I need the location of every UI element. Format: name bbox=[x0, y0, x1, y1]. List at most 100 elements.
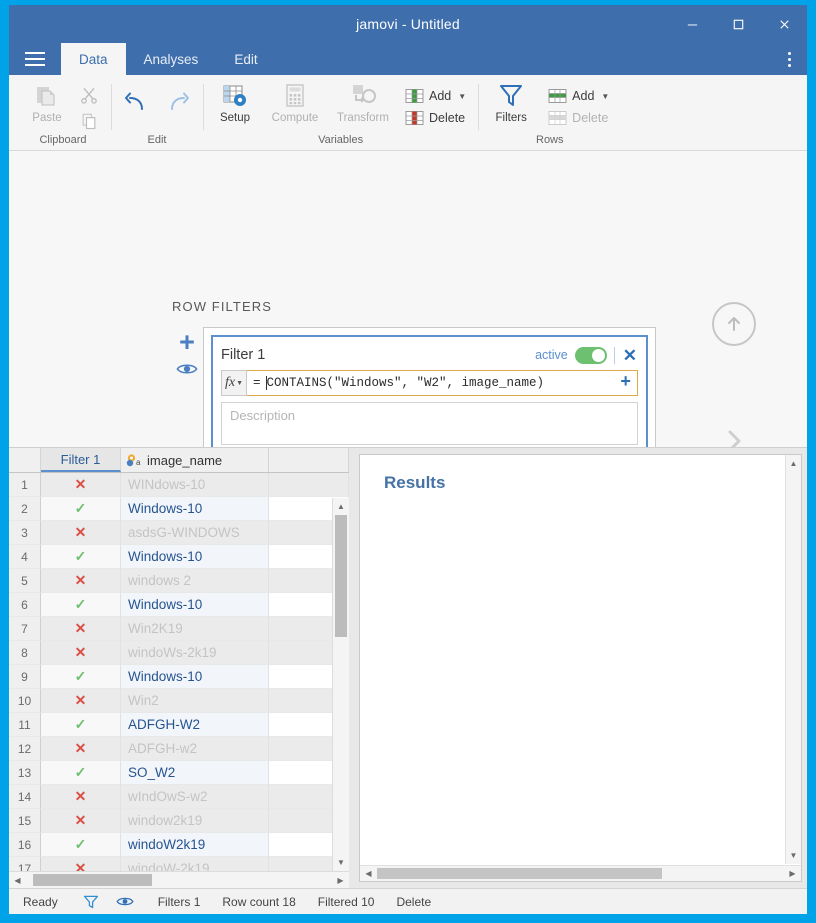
results-scroll-up-icon[interactable]: ▲ bbox=[786, 455, 801, 472]
redo-button[interactable] bbox=[159, 89, 197, 115]
table-row[interactable]: 10 ✕ Win2 bbox=[9, 689, 349, 713]
transform-button[interactable]: Transform bbox=[329, 80, 397, 124]
filters-button[interactable]: Filters bbox=[484, 80, 538, 124]
tab-analyses[interactable]: Analyses bbox=[126, 43, 217, 75]
row-number[interactable]: 9 bbox=[9, 665, 41, 689]
row-add-caret-icon[interactable]: ▼ bbox=[601, 92, 609, 101]
filter-result-cell[interactable]: ✕ bbox=[41, 641, 121, 665]
image-name-cell[interactable]: Windows-10 bbox=[121, 497, 269, 521]
add-filter-icon[interactable]: + bbox=[173, 329, 201, 356]
image-name-cell[interactable]: windoWs-2k19 bbox=[121, 641, 269, 665]
status-eye-button[interactable] bbox=[114, 895, 136, 908]
image-name-cell[interactable]: windows 2 bbox=[121, 569, 269, 593]
row-number[interactable]: 1 bbox=[9, 473, 41, 497]
table-row[interactable]: 15 ✕ window2k19 bbox=[9, 809, 349, 833]
row-number[interactable]: 7 bbox=[9, 617, 41, 641]
image-name-cell[interactable]: ADFGH-W2 bbox=[121, 713, 269, 737]
results-scroll-right-icon[interactable]: ▶ bbox=[784, 866, 801, 881]
remove-filter-button[interactable]: ✕ bbox=[622, 347, 638, 364]
next-filter-button[interactable] bbox=[723, 426, 745, 447]
row-number[interactable]: 4 bbox=[9, 545, 41, 569]
scroll-right-icon[interactable]: ▶ bbox=[332, 872, 349, 888]
scroll-up-icon[interactable]: ▲ bbox=[333, 498, 349, 515]
row-number[interactable]: 6 bbox=[9, 593, 41, 617]
image-name-cell[interactable]: WINdows-10 bbox=[121, 473, 269, 497]
sheet-vscroll-thumb[interactable] bbox=[335, 515, 347, 637]
scroll-down-icon[interactable]: ▼ bbox=[333, 854, 349, 871]
row-number[interactable]: 12 bbox=[9, 737, 41, 761]
results-hscroll-thumb[interactable] bbox=[377, 868, 662, 879]
table-row[interactable]: 14 ✕ wIndOwS-w2 bbox=[9, 785, 349, 809]
maximize-button[interactable] bbox=[715, 5, 761, 43]
copy-button[interactable] bbox=[73, 108, 105, 134]
row-number[interactable]: 8 bbox=[9, 641, 41, 665]
sheet-vertical-scrollbar[interactable]: ▲ ▼ bbox=[332, 498, 349, 871]
scroll-left-icon[interactable]: ◀ bbox=[9, 872, 26, 888]
undo-button[interactable] bbox=[117, 89, 155, 115]
table-row[interactable]: 3 ✕ asdsG-WINDOWS bbox=[9, 521, 349, 545]
tab-data[interactable]: Data bbox=[61, 43, 126, 75]
status-filter-button[interactable] bbox=[80, 894, 102, 910]
row-number[interactable]: 14 bbox=[9, 785, 41, 809]
table-row[interactable]: 12 ✕ ADFGH-w2 bbox=[9, 737, 349, 761]
row-number[interactable]: 16 bbox=[9, 833, 41, 857]
filter-result-cell[interactable]: ✓ bbox=[41, 713, 121, 737]
filter-result-cell[interactable]: ✕ bbox=[41, 737, 121, 761]
table-row[interactable]: 6 ✓ Windows-10 bbox=[9, 593, 349, 617]
table-row[interactable]: 8 ✕ windoWs-2k19 bbox=[9, 641, 349, 665]
row-number[interactable]: 11 bbox=[9, 713, 41, 737]
image-name-cell[interactable]: windoW2k19 bbox=[121, 833, 269, 857]
row-number[interactable]: 2 bbox=[9, 497, 41, 521]
tab-edit[interactable]: Edit bbox=[216, 43, 275, 75]
compute-button[interactable]: Compute bbox=[263, 80, 327, 124]
filter-result-cell[interactable]: ✕ bbox=[41, 785, 121, 809]
row-add-button[interactable]: Add ▼ bbox=[542, 85, 615, 107]
filter-formula-input[interactable]: = CONTAINS("Windows", "W2", image_name) + bbox=[247, 370, 638, 396]
results-scroll-down-icon[interactable]: ▼ bbox=[786, 847, 801, 864]
row-number[interactable]: 10 bbox=[9, 689, 41, 713]
table-row[interactable]: 4 ✓ Windows-10 bbox=[9, 545, 349, 569]
table-row[interactable]: 2 ✓ Windows-10 bbox=[9, 497, 349, 521]
filter-active-toggle[interactable] bbox=[574, 346, 607, 364]
image-name-cell[interactable]: Windows-10 bbox=[121, 545, 269, 569]
filter-result-cell[interactable]: ✕ bbox=[41, 809, 121, 833]
results-horizontal-scrollbar[interactable]: ◀ ▶ bbox=[360, 865, 801, 881]
row-number[interactable]: 15 bbox=[9, 809, 41, 833]
filter-result-cell[interactable]: ✕ bbox=[41, 521, 121, 545]
paste-button[interactable]: Paste bbox=[21, 80, 73, 124]
column-header-filter1[interactable]: Filter 1 bbox=[41, 448, 121, 472]
blank-cell[interactable] bbox=[269, 473, 349, 497]
image-name-cell[interactable]: asdsG-WINDOWS bbox=[121, 521, 269, 545]
filter-result-cell[interactable]: ✕ bbox=[41, 569, 121, 593]
row-delete-button[interactable]: Delete bbox=[542, 107, 615, 129]
results-vertical-scrollbar[interactable]: ▲ ▼ bbox=[785, 455, 801, 864]
collapse-panel-button[interactable] bbox=[712, 302, 756, 346]
image-name-cell[interactable]: ADFGH-w2 bbox=[121, 737, 269, 761]
image-name-cell[interactable]: SO_W2 bbox=[121, 761, 269, 785]
image-name-cell[interactable]: Win2 bbox=[121, 689, 269, 713]
setup-button[interactable]: Setup bbox=[209, 80, 261, 124]
menu-hamburger-icon[interactable] bbox=[9, 43, 61, 75]
results-scroll-left-icon[interactable]: ◀ bbox=[360, 866, 377, 881]
table-row[interactable]: 11 ✓ ADFGH-W2 bbox=[9, 713, 349, 737]
filter-result-cell[interactable]: ✓ bbox=[41, 545, 121, 569]
filter-result-cell[interactable]: ✓ bbox=[41, 593, 121, 617]
image-name-cell[interactable]: Windows-10 bbox=[121, 593, 269, 617]
column-header-image-name[interactable]: a image_name bbox=[121, 448, 269, 472]
filter-result-cell[interactable]: ✓ bbox=[41, 497, 121, 521]
table-row[interactable]: 1 ✕ WINdows-10 bbox=[9, 473, 349, 497]
table-row[interactable]: 7 ✕ Win2K19 bbox=[9, 617, 349, 641]
table-row[interactable]: 16 ✓ windoW2k19 bbox=[9, 833, 349, 857]
filter-result-cell[interactable]: ✓ bbox=[41, 761, 121, 785]
image-name-cell[interactable]: Win2K19 bbox=[121, 617, 269, 641]
column-header-blank[interactable] bbox=[269, 448, 349, 472]
table-row[interactable]: 9 ✓ Windows-10 bbox=[9, 665, 349, 689]
cut-button[interactable] bbox=[73, 82, 105, 108]
filter-description-input[interactable]: Description bbox=[221, 402, 638, 445]
image-name-cell[interactable]: Windows-10 bbox=[121, 665, 269, 689]
filter-result-cell[interactable]: ✓ bbox=[41, 833, 121, 857]
variable-delete-button[interactable]: Delete bbox=[399, 107, 472, 129]
row-number[interactable]: 5 bbox=[9, 569, 41, 593]
toggle-filter-visibility-button[interactable] bbox=[173, 361, 201, 380]
table-row[interactable]: 5 ✕ windows 2 bbox=[9, 569, 349, 593]
